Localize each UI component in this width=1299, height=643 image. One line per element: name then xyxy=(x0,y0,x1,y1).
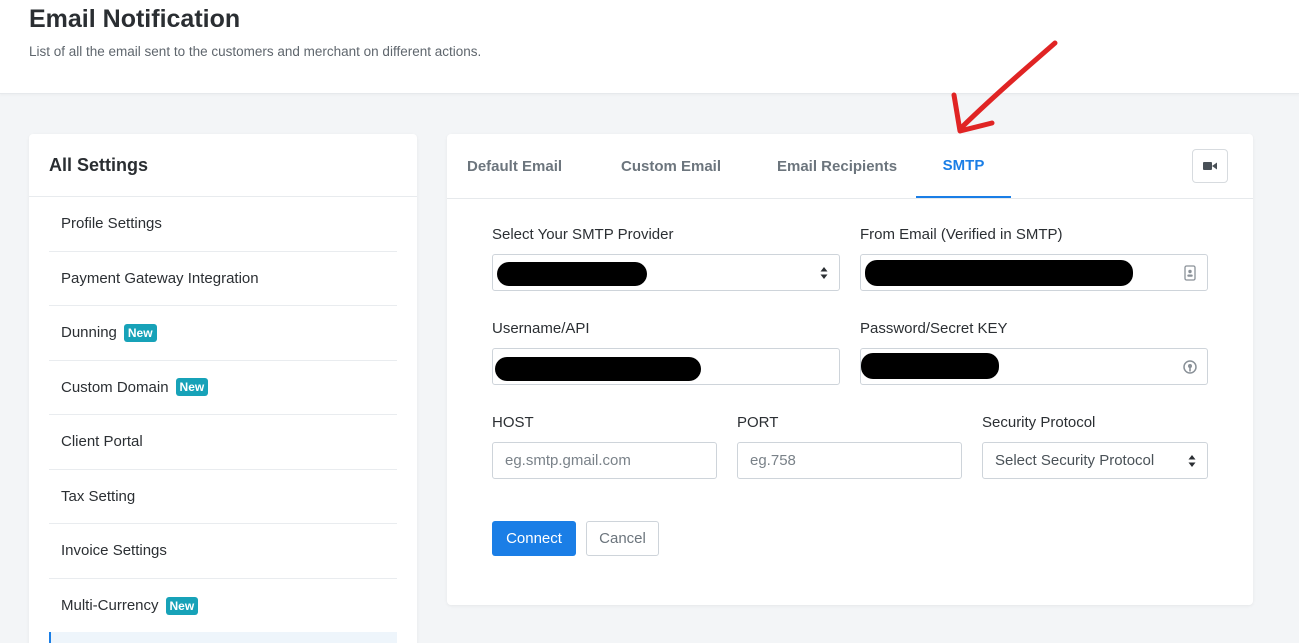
new-badge: New xyxy=(165,596,199,615)
password-label: Password/Secret KEY xyxy=(860,320,1008,337)
sidebar-item-custom-domain[interactable]: Custom Domain New xyxy=(49,361,397,415)
sidebar-title: All Settings xyxy=(49,155,149,175)
username-field[interactable] xyxy=(492,348,840,385)
redacted-value xyxy=(497,262,647,286)
password-key-icon xyxy=(1183,360,1197,374)
sidebar-list: Profile Settings Payment Gateway Integra… xyxy=(49,197,397,633)
sidebar-item-label: Custom Domain xyxy=(61,378,169,396)
new-badge: New xyxy=(123,323,157,342)
page-header: Email Notification List of all the email… xyxy=(0,0,1299,94)
sidebar-item-label: Profile Settings xyxy=(61,215,162,233)
sidebar-item-payment-gateway-integration[interactable]: Payment Gateway Integration xyxy=(49,252,397,306)
smtp-provider-label: Select Your SMTP Provider xyxy=(492,226,674,243)
connect-button[interactable]: Connect xyxy=(492,521,576,556)
sidebar-item-label: Invoice Settings xyxy=(61,542,167,560)
email-tabs: Default Email Custom Email Email Recipie… xyxy=(447,134,1253,199)
tab-email-recipients[interactable]: Email Recipients xyxy=(777,134,897,198)
settings-sidebar: All Settings Profile Settings Payment Ga… xyxy=(29,134,417,643)
video-help-button[interactable] xyxy=(1192,149,1228,183)
password-field[interactable] xyxy=(860,348,1208,385)
video-camera-icon xyxy=(1203,162,1217,170)
sidebar-item-label: Tax Setting xyxy=(61,487,136,505)
sidebar-item-email-notification-active[interactable] xyxy=(49,632,397,643)
redacted-value xyxy=(495,357,701,381)
tab-default-email[interactable]: Default Email xyxy=(467,134,562,198)
redacted-value xyxy=(861,353,999,379)
host-input[interactable] xyxy=(492,442,717,479)
from-email-field[interactable] xyxy=(860,254,1208,291)
security-protocol-label: Security Protocol xyxy=(982,414,1096,431)
select-arrows-icon xyxy=(820,267,828,279)
sidebar-item-profile-settings[interactable]: Profile Settings xyxy=(49,197,397,252)
cancel-button[interactable]: Cancel xyxy=(586,521,659,556)
sidebar-item-tax-setting[interactable]: Tax Setting xyxy=(49,470,397,524)
port-label: PORT xyxy=(737,414,779,431)
sidebar-item-label: Dunning xyxy=(61,324,117,342)
username-label: Username/API xyxy=(492,320,590,337)
from-email-label: From Email (Verified in SMTP) xyxy=(860,226,1063,243)
sidebar-item-label: Client Portal xyxy=(61,433,143,451)
security-protocol-select[interactable]: Select Security Protocol xyxy=(982,442,1208,479)
port-input[interactable] xyxy=(737,442,962,479)
sidebar-item-client-portal[interactable]: Client Portal xyxy=(49,415,397,470)
tab-custom-email[interactable]: Custom Email xyxy=(621,134,721,198)
smtp-panel: Default Email Custom Email Email Recipie… xyxy=(447,134,1253,605)
security-protocol-value: Select Security Protocol xyxy=(995,452,1155,469)
sidebar-item-label: Multi-Currency xyxy=(61,597,159,615)
contact-card-icon xyxy=(1184,265,1196,281)
sidebar-item-label: Payment Gateway Integration xyxy=(61,269,259,287)
annotation-arrow-icon xyxy=(951,40,1058,134)
sidebar-item-dunning[interactable]: Dunning New xyxy=(49,306,397,361)
smtp-provider-select[interactable] xyxy=(492,254,840,291)
page-subtitle: List of all the email sent to the custom… xyxy=(29,44,482,59)
sidebar-item-multi-currency[interactable]: Multi-Currency New xyxy=(49,579,397,634)
host-label: HOST xyxy=(492,414,534,431)
page-title: Email Notification xyxy=(29,5,241,33)
select-arrows-icon xyxy=(1188,455,1196,467)
new-badge: New xyxy=(175,378,209,397)
sidebar-item-invoice-settings[interactable]: Invoice Settings xyxy=(49,524,397,579)
redacted-value xyxy=(865,260,1133,286)
